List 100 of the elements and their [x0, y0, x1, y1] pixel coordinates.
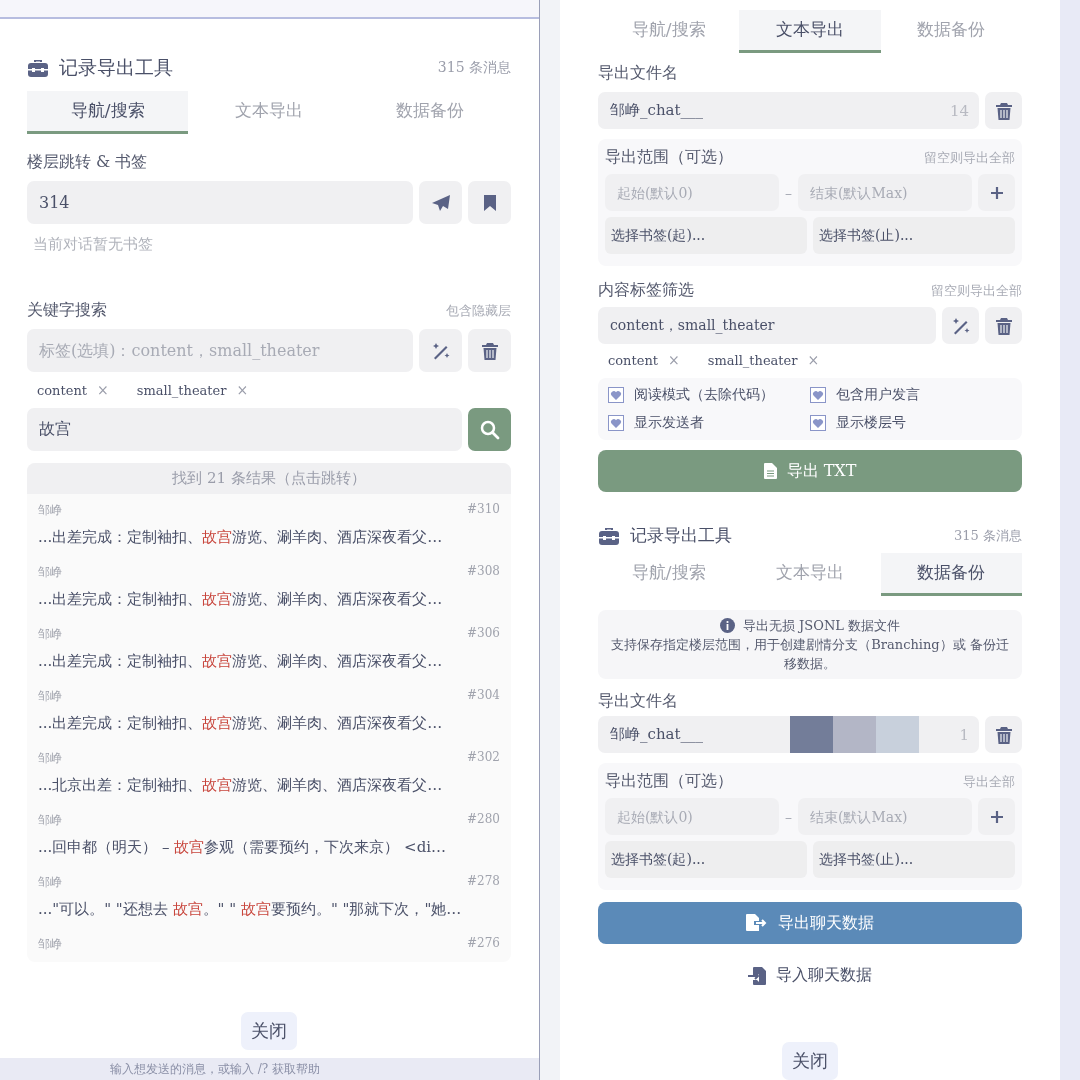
tab[interactable]: 文本导出: [739, 10, 881, 53]
tag-field[interactable]: 标签(选填)：content，small_theater: [27, 329, 413, 372]
plus-icon: [989, 185, 1004, 200]
start-field[interactable]: 起始(默认0): [605, 174, 779, 211]
bookmark-select[interactable]: 选择书签(止)...: [813, 217, 1015, 254]
sender-name: 邹峥: [38, 812, 62, 829]
end-field[interactable]: 结束(默认Max): [798, 174, 972, 211]
floor-number: #308: [467, 564, 500, 580]
option-label: 包含用户发言: [836, 386, 920, 404]
bookmark-icon: [482, 193, 497, 212]
hint-text: 导出全部: [963, 773, 1015, 791]
search-button[interactable]: [468, 408, 511, 451]
info-title: 导出无损 JSONL 数据文件: [742, 617, 901, 635]
checkbox[interactable]: [810, 415, 826, 431]
info-icon: [719, 618, 735, 633]
field-label: 导出文件名: [598, 63, 678, 84]
tab[interactable]: 导航/搜索: [27, 91, 189, 134]
filename-field[interactable]: 邹峥_chat___ 1: [598, 716, 979, 753]
toolbox-icon: [598, 525, 620, 546]
add-button[interactable]: [978, 798, 1015, 835]
result-snippet: ...回申都（明天） – 故宫参观（需要预约，下次来京） <di…: [38, 838, 448, 857]
message-count: 315 条消息: [954, 526, 1022, 545]
tag-label: small_theater: [136, 382, 227, 398]
result-snippet: ..."可以。" "还想去 故宫。" " 故宫要预约。" "那就下次，"她…: [38, 900, 463, 919]
magic-button[interactable]: [942, 307, 979, 344]
floor-number: #304: [467, 688, 500, 704]
clear-button[interactable]: [468, 329, 511, 372]
section-label: 导出范围（可选）: [605, 147, 733, 168]
result-snippet: ...北京出差：定制袖扣、故宫游览、涮羊肉、酒店深夜看父…: [38, 776, 444, 795]
clear-button[interactable]: [985, 307, 1022, 344]
floor-field[interactable]: 314: [27, 181, 413, 224]
magic-button[interactable]: [419, 329, 462, 372]
floor-number: #302: [467, 750, 500, 766]
sender-name: 邹峥: [38, 750, 62, 767]
floor-number: #306: [467, 626, 500, 642]
start-field[interactable]: 起始(默认0): [605, 798, 779, 835]
sender-name: 邹峥: [38, 564, 62, 581]
result-item[interactable]: 邹峥 #308 ...出差完成：定制袖扣、故宫游览、涮羊肉、酒店深夜看父…: [27, 556, 511, 618]
result-item[interactable]: 邹峥 #310 ...出差完成：定制袖扣、故宫游览、涮羊肉、酒店深夜看父…: [27, 494, 511, 556]
search-icon: [479, 419, 500, 440]
trash-icon: [995, 316, 1012, 335]
filename-field[interactable]: 邹峥_chat___ 14: [598, 92, 979, 129]
clear-button[interactable]: [985, 92, 1022, 129]
floor-number: #278: [467, 874, 500, 890]
search-field[interactable]: 故宫: [27, 408, 462, 451]
tag-label: content: [608, 352, 658, 368]
checkbox[interactable]: [608, 387, 624, 403]
result-item[interactable]: 邹峥 #280 ...回申都（明天） – 故宫参观（需要预约，下次来京） <di…: [27, 804, 511, 866]
result-item[interactable]: 邹峥 #304 ...出差完成：定制袖扣、故宫游览、涮羊肉、酒店深夜看父…: [27, 680, 511, 742]
sender-name: 邹峥: [38, 688, 62, 705]
bookmark-select[interactable]: 选择书签(止)...: [813, 841, 1015, 878]
option-label: 显示发送者: [634, 414, 704, 432]
bookmark-note: 当前对话暂无书签: [32, 235, 154, 254]
result-snippet: ...出差完成：定制袖扣、故宫游览、涮羊肉、酒店深夜看父…: [38, 590, 444, 609]
floor-number: #280: [467, 812, 500, 828]
trash-icon: [995, 101, 1012, 120]
close-button[interactable]: 关闭: [241, 1012, 297, 1050]
file-import-icon: [748, 966, 768, 985]
section-label: 内容标签筛选: [598, 280, 694, 301]
bookmark-button[interactable]: [468, 181, 511, 224]
field-label: 导出文件名: [598, 691, 678, 712]
result-snippet: ...出差完成：定制袖扣、故宫游览、涮羊肉、酒店深夜看父…: [38, 652, 444, 671]
info-text: 支持保存指定楼层范围，用于创建剧情分支（Branching）或 备份迁移数据。: [610, 636, 1010, 673]
panel-title: 记录导出工具: [59, 55, 173, 80]
bookmark-select[interactable]: 选择书签(起)...: [605, 217, 807, 254]
floor-number: #310: [467, 502, 500, 518]
end-field[interactable]: 结束(默认Max): [798, 798, 972, 835]
paper-plane-icon: [430, 193, 451, 212]
option-label: 显示楼层号: [836, 414, 906, 432]
result-item[interactable]: 邹峥 #306 ...出差完成：定制袖扣、故宫游览、涮羊肉、酒店深夜看父…: [27, 618, 511, 680]
clear-button[interactable]: [985, 716, 1022, 753]
export-data-button[interactable]: 导出聊天数据: [598, 902, 1022, 944]
tab[interactable]: 数据备份: [880, 553, 1022, 596]
result-item[interactable]: 邹峥 #278 ..."可以。" "还想去 故宫。" " 故宫要预约。" "那就下次，"她…: [27, 866, 511, 928]
file-export-icon: [746, 914, 768, 932]
tag-label: small_theater: [707, 352, 798, 368]
range-separator: –: [785, 184, 792, 201]
field-suffix: 1: [959, 725, 969, 744]
checkbox[interactable]: [810, 387, 826, 403]
import-data-button[interactable]: 导入聊天数据: [742, 964, 878, 987]
document-icon: [763, 463, 777, 479]
hint-text: 留空则导出全部: [931, 282, 1022, 300]
range-separator: –: [785, 808, 792, 825]
trash-icon: [995, 725, 1012, 744]
result-snippet: ...出差完成：定制袖扣、故宫游览、涮羊肉、酒店深夜看父…: [38, 714, 444, 733]
result-item[interactable]: 邹峥 #302 ...北京出差：定制袖扣、故宫游览、涮羊肉、酒店深夜看父…: [27, 742, 511, 804]
floor-number: #276: [467, 936, 500, 952]
add-button[interactable]: [978, 174, 1015, 211]
tag-field[interactable]: content，small_theater: [598, 307, 936, 344]
filename-input[interactable]: 邹峥_chat___: [608, 724, 791, 745]
sender-name: 邹峥: [38, 626, 62, 643]
bookmark-select[interactable]: 选择书签(起)...: [605, 841, 807, 878]
checkbox[interactable]: [608, 415, 624, 431]
close-button[interactable]: 关闭: [782, 1042, 838, 1080]
filename-input[interactable]: 邹峥_chat___: [608, 100, 950, 121]
jump-button[interactable]: [419, 181, 462, 224]
option-label: 阅读模式（去除代码）: [634, 386, 774, 404]
message-count: 315 条消息: [437, 59, 511, 77]
section-label: 楼层跳转 & 书签: [27, 152, 148, 173]
hint-text: 包含隐藏层: [446, 302, 511, 320]
